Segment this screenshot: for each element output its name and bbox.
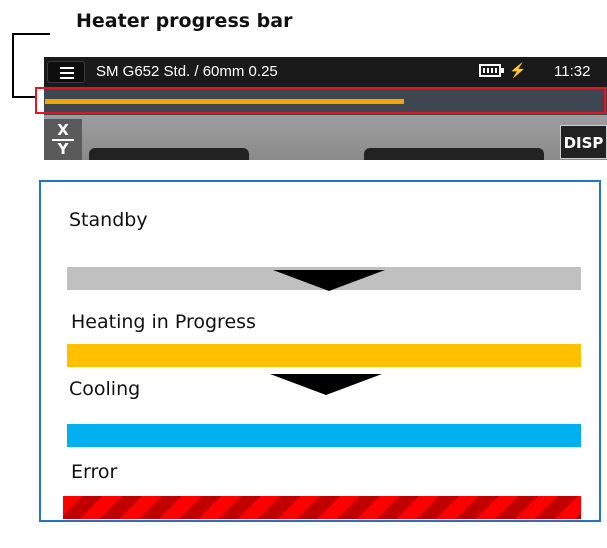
legend-bar-heating	[67, 344, 581, 367]
fiber-holder-right	[364, 148, 544, 160]
legend-bar-cooling	[67, 424, 581, 447]
arrow-down-icon	[273, 270, 385, 291]
menu-icon	[60, 67, 74, 69]
menu-icon-line	[60, 77, 74, 79]
legend-label-heating: Heating in Progress	[71, 311, 256, 333]
callout-line-top	[13, 33, 50, 35]
status-bar: SM G652 Std. / 60mm 0.25 ⚡ 11:32	[44, 57, 607, 87]
status-legend: Standby Heating in Progress Cooling Erro…	[39, 180, 601, 522]
legend-label-cooling: Cooling	[69, 378, 141, 400]
callout-line-bottom	[12, 96, 37, 98]
callout-line-vertical	[12, 33, 14, 98]
menu-button[interactable]	[47, 61, 85, 83]
battery-icon	[479, 64, 501, 77]
legend-bar-error	[63, 496, 581, 519]
xy-bottom-label: Y	[57, 140, 69, 158]
battery-cell	[483, 68, 485, 73]
charging-icon: ⚡	[509, 62, 527, 78]
disp-button[interactable]: DISP	[560, 125, 607, 159]
fiber-holder-left	[89, 148, 249, 160]
arrow-down-icon	[270, 374, 382, 395]
legend-label-error: Error	[71, 461, 118, 483]
figure-caption: Heater progress bar	[76, 10, 293, 32]
battery-tip	[501, 68, 504, 73]
battery-cell	[491, 68, 493, 73]
camera-view	[44, 115, 607, 160]
fiber-settings-label[interactable]: SM G652 Std. / 60mm 0.25	[96, 63, 278, 80]
menu-icon-line	[60, 72, 74, 74]
xy-view-button[interactable]: X Y	[44, 119, 82, 160]
progress-bar-highlight	[35, 87, 606, 114]
xy-top-label: X	[57, 121, 69, 139]
legend-label-standby: Standby	[69, 209, 148, 231]
battery-cell	[487, 68, 489, 73]
battery-cell	[495, 68, 497, 73]
clock: 11:32	[554, 63, 591, 80]
